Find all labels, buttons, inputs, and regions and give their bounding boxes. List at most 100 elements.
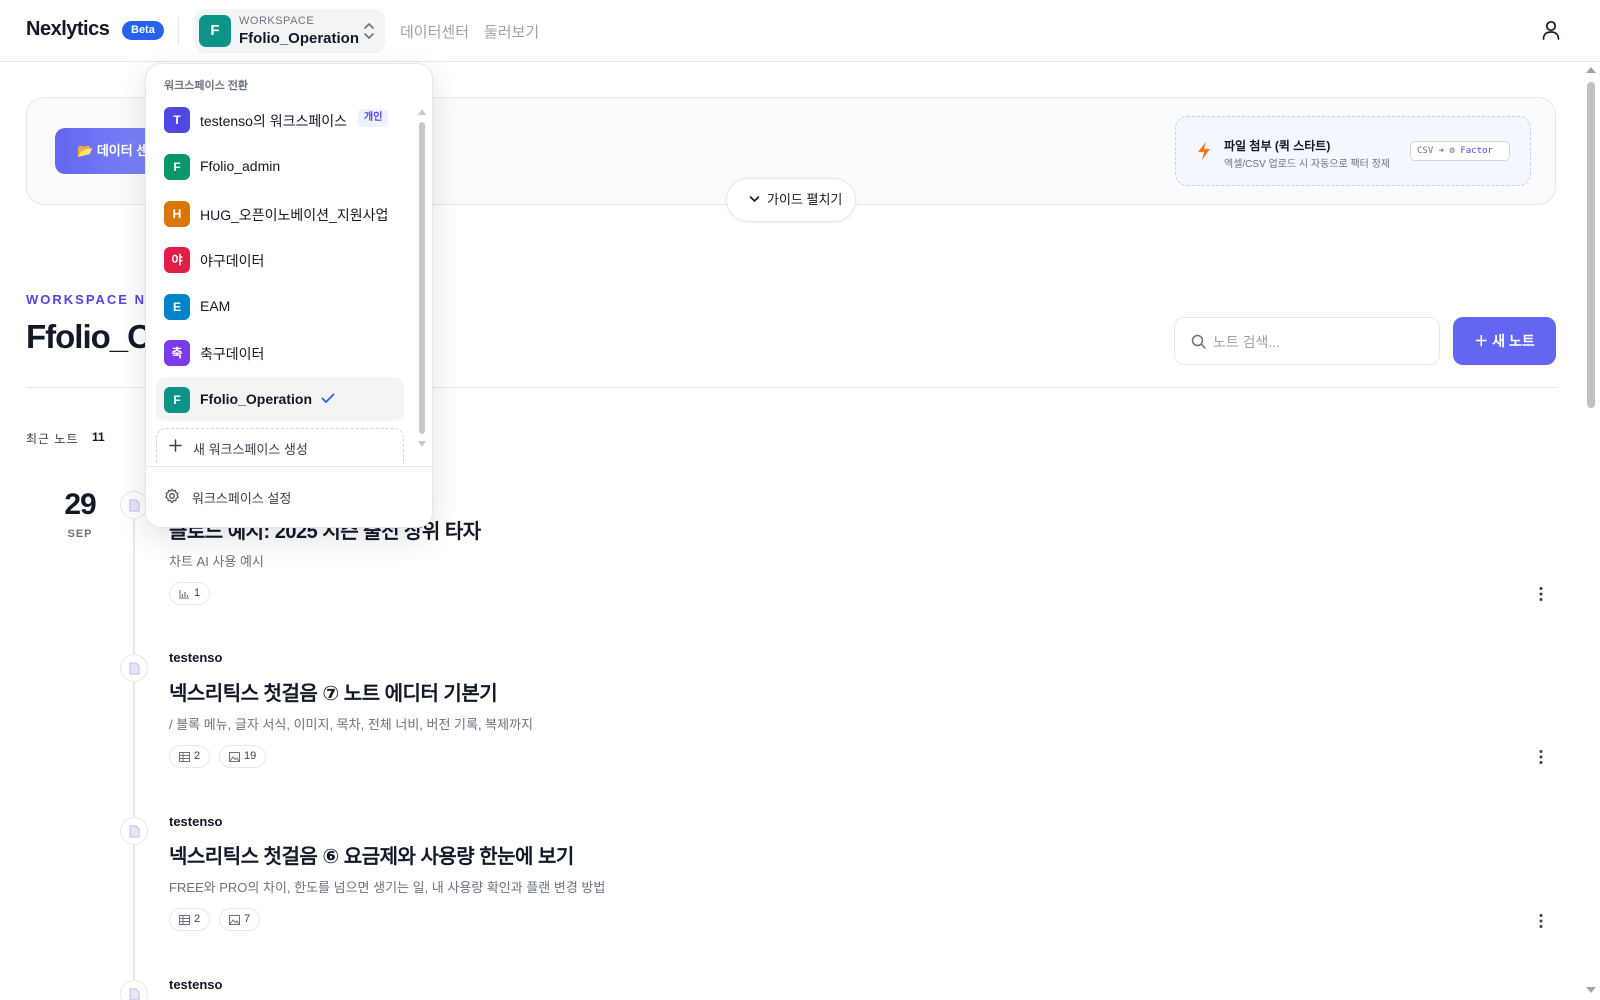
workspace-item[interactable]: T testenso의 워크스페이스 개인 bbox=[156, 97, 404, 141]
workspace-switcher[interactable]: F WORKSPACE Ffolio_Operation bbox=[195, 9, 385, 53]
chip-count: 2 bbox=[194, 913, 201, 925]
quickstart-title: 파일 첨부 (퀵 스타트) bbox=[1224, 139, 1331, 153]
document-icon bbox=[129, 499, 140, 512]
dropdown-heading: 워크스페이스 전환 bbox=[164, 80, 249, 92]
note-search-input[interactable] bbox=[1213, 330, 1423, 354]
chip-count: 2 bbox=[194, 750, 201, 762]
page-scrollbar[interactable] bbox=[1584, 62, 1598, 1000]
dropdown-scroll-thumb[interactable] bbox=[419, 122, 425, 434]
search-icon bbox=[1191, 334, 1206, 349]
page-scroll-thumb[interactable] bbox=[1587, 82, 1595, 408]
recent-notes-count: 11 bbox=[92, 430, 105, 444]
scroll-up-arrow-icon[interactable] bbox=[418, 108, 426, 116]
more-options-icon[interactable] bbox=[1538, 586, 1544, 602]
workspace-badge: F bbox=[199, 15, 231, 47]
top-header: Nexlytics Beta F WORKSPACE Ffolio_Operat… bbox=[0, 0, 1600, 62]
note-dot bbox=[120, 980, 148, 1000]
note-description: / 블록 메뉴, 글자 서식, 이미지, 목차, 전체 너비, 버전 기록, 복… bbox=[169, 717, 534, 732]
create-workspace-label: 새 워크스페이스 생성 bbox=[193, 442, 308, 457]
workspace-item-label: Ffolio_Operation bbox=[200, 391, 312, 407]
workspace-item[interactable]: F Ffolio_admin bbox=[156, 144, 404, 188]
tag-arrow: ➔ bbox=[1438, 146, 1445, 156]
quickstart-subtitle: 엑셀/CSV 업로드 시 자동으로 팩터 정제 bbox=[1224, 159, 1391, 170]
image-icon bbox=[229, 752, 240, 762]
workspace-item-badge: H bbox=[164, 201, 190, 227]
bolt-icon bbox=[1198, 142, 1210, 160]
document-icon bbox=[129, 825, 140, 838]
workspace-item[interactable]: H HUG_오픈이노베이션_지원사업 bbox=[156, 191, 404, 235]
note-title[interactable]: 넥스리틱스 첫걸음 ⑥ 요금제와 사용량 한눈에 보기 bbox=[169, 840, 574, 869]
note-dot bbox=[120, 654, 148, 682]
note-title[interactable]: 넥스리틱스 첫걸음 ⑦ 노트 에디터 기본기 bbox=[169, 677, 498, 706]
workspace-item-badge: E bbox=[164, 294, 190, 320]
note-chip-charts: 1 bbox=[169, 582, 211, 605]
tag-factor: Factor bbox=[1460, 146, 1493, 156]
workspace-item-label: 축구데이터 bbox=[200, 346, 265, 362]
scroll-down-arrow-icon[interactable] bbox=[418, 440, 426, 448]
note-dot bbox=[120, 817, 148, 845]
workspace-item[interactable]: E EAM bbox=[156, 284, 404, 328]
nav-datacenter[interactable]: 데이터센터 bbox=[400, 21, 469, 42]
image-icon bbox=[229, 915, 240, 925]
workspace-item-label: Ffolio_admin bbox=[200, 158, 281, 174]
new-note-button[interactable]: ＋ 새 노트 bbox=[1453, 317, 1556, 365]
more-options-icon[interactable] bbox=[1538, 749, 1544, 765]
chip-count: 1 bbox=[194, 587, 201, 599]
workspace-item-label: 야구데이터 bbox=[200, 253, 265, 269]
workspace-item[interactable]: 축 축구데이터 bbox=[156, 330, 404, 374]
workspace-item-active[interactable]: F Ffolio_Operation bbox=[156, 377, 404, 421]
dropdown-scrollbar[interactable] bbox=[418, 108, 426, 448]
document-icon bbox=[129, 662, 140, 675]
chip-count: 19 bbox=[244, 750, 257, 762]
note-search[interactable] bbox=[1174, 317, 1440, 365]
workspace-item-label: testenso의 워크스페이스 bbox=[200, 113, 347, 129]
dropdown-divider bbox=[146, 466, 432, 467]
brand-logo[interactable]: Nexlytics bbox=[26, 18, 110, 41]
workspace-eyebrow: WORKSPACE NO bbox=[26, 292, 159, 307]
workspace-item-badge: 축 bbox=[164, 340, 190, 366]
workspace-item-badge: T bbox=[164, 107, 190, 133]
workspace-name: Ffolio_Operation bbox=[239, 30, 359, 47]
note-author: testenso bbox=[169, 650, 223, 665]
timeline-line bbox=[133, 490, 135, 1000]
date-month: SEP bbox=[67, 528, 93, 540]
nav-explore[interactable]: 둘러보기 bbox=[484, 21, 539, 42]
note-author: testenso bbox=[169, 814, 223, 829]
workspace-settings-label: 워크스페이스 설정 bbox=[192, 491, 292, 506]
workspace-item-badge: F bbox=[164, 387, 190, 413]
note-description: FREE와 PRO의 차이, 한도를 넘으면 생기는 일, 내 사용량 확인과 … bbox=[169, 880, 606, 895]
user-icon[interactable] bbox=[1540, 19, 1562, 41]
personal-tag: 개인 bbox=[358, 109, 389, 127]
workspace-dropdown: 워크스페이스 전환 T testenso의 워크스페이스 개인 F Ffolio… bbox=[145, 63, 433, 528]
create-workspace-button[interactable]: 새 워크스페이스 생성 bbox=[156, 428, 404, 464]
workspace-caption: WORKSPACE bbox=[239, 15, 315, 27]
workspace-settings-button[interactable]: 워크스페이스 설정 bbox=[156, 476, 422, 516]
workspace-item-badge: 야 bbox=[164, 247, 190, 273]
table-icon bbox=[179, 752, 190, 762]
datacenter-button-label: 데이터 센 bbox=[96, 143, 149, 158]
scroll-down-arrow-icon[interactable] bbox=[1586, 986, 1596, 994]
scroll-up-arrow-icon[interactable] bbox=[1586, 66, 1596, 74]
plus-icon: ＋ bbox=[1474, 333, 1489, 349]
quickstart-file-upload[interactable]: 파일 첨부 (퀵 스타트) 엑셀/CSV 업로드 시 자동으로 팩터 정제 CS… bbox=[1175, 116, 1531, 186]
page-title: Ffolio_O bbox=[26, 318, 153, 355]
workspace-item-label: HUG_오픈이노베이션_지원사업 bbox=[200, 207, 389, 223]
tag-csv: CSV bbox=[1417, 146, 1434, 156]
table-icon bbox=[179, 915, 190, 925]
workspace-item-label: EAM bbox=[200, 298, 231, 314]
chart-icon bbox=[179, 590, 189, 599]
note-author: testenso bbox=[169, 977, 223, 992]
gear-icon bbox=[165, 488, 179, 504]
more-options-icon[interactable] bbox=[1538, 913, 1544, 929]
note-chip-images: 7 bbox=[219, 908, 261, 931]
chevron-updown-icon bbox=[364, 23, 374, 39]
beta-badge: Beta bbox=[122, 21, 164, 40]
recent-notes-label: 최근 노트 bbox=[26, 432, 79, 446]
date-day: 29 bbox=[64, 488, 96, 521]
workspace-item[interactable]: 야 야구데이터 bbox=[156, 237, 404, 281]
chip-count: 7 bbox=[244, 913, 251, 925]
new-note-label: 새 노트 bbox=[1492, 333, 1535, 349]
note-chip-tables: 2 bbox=[169, 745, 211, 768]
plus-icon bbox=[169, 439, 182, 452]
guide-expand-button[interactable]: 가이드 펼치기 bbox=[726, 178, 856, 222]
